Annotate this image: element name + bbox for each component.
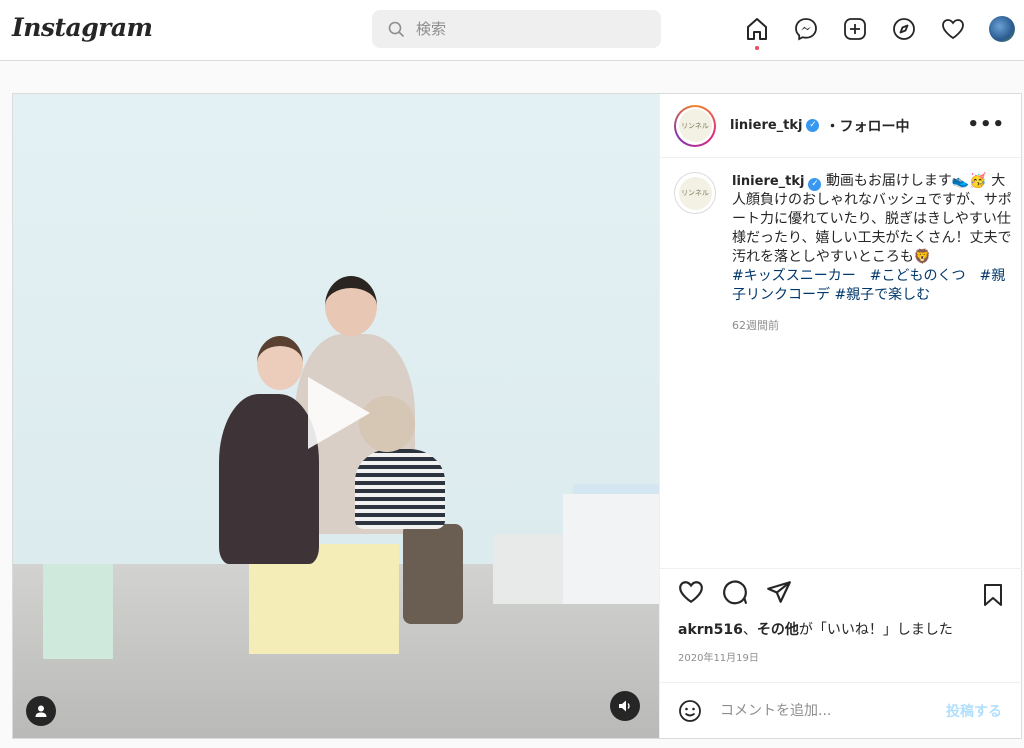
- messenger-icon[interactable]: [793, 16, 819, 42]
- liker-username[interactable]: akrn516: [678, 622, 743, 638]
- post-header: リンネル liniere_tkj ✓ ・フォロー中 •••: [660, 94, 1021, 158]
- video-block: [43, 564, 113, 659]
- action-row: [660, 569, 1022, 605]
- likes-summary: akrn516、その他が「いいね！」しました: [678, 619, 1022, 639]
- home-icon[interactable]: [744, 16, 770, 50]
- sound-toggle-button[interactable]: [610, 691, 640, 721]
- person-icon: [35, 705, 47, 717]
- search-icon: [388, 21, 404, 37]
- activity-heart-icon[interactable]: [940, 16, 966, 42]
- comment-box: 投稿する: [660, 682, 1022, 738]
- caption-username[interactable]: liniere_tkj: [732, 174, 804, 189]
- video-figure: [219, 394, 319, 564]
- video-block: [493, 534, 563, 604]
- play-icon[interactable]: [308, 377, 370, 449]
- follow-status[interactable]: ・フォロー中: [825, 116, 909, 136]
- comment-input[interactable]: [720, 702, 920, 719]
- post-sidebar: リンネル liniere_tkj ✓ ・フォロー中 ••• リンネル linie…: [659, 94, 1022, 738]
- instagram-logo[interactable]: Instagram: [12, 13, 153, 42]
- verified-badge-icon: ✓: [806, 119, 820, 132]
- like-heart-icon[interactable]: [678, 579, 704, 605]
- post-video[interactable]: [13, 94, 659, 738]
- search-input[interactable]: [416, 20, 636, 38]
- verified-badge-icon: ✓: [808, 178, 822, 191]
- time-ago: 62週間前: [732, 319, 779, 332]
- caption-text-block: liniere_tkj ✓ 動画もお届けします👟🥳 大人顔負けのおしゃれなバッシュ…: [732, 172, 1012, 305]
- story-ring[interactable]: リンネル: [674, 104, 716, 147]
- bookmark-icon[interactable]: [982, 583, 1004, 607]
- avatar: リンネル: [678, 176, 712, 210]
- header-username[interactable]: liniere_tkj: [730, 118, 802, 133]
- profile-avatar[interactable]: [989, 16, 1015, 42]
- video-figure: [325, 276, 377, 336]
- avatar: [989, 16, 1015, 42]
- post-comment-button[interactable]: 投稿する: [946, 701, 1002, 721]
- video-figure: [403, 524, 463, 624]
- post-date: 2020年11月19日: [678, 653, 759, 664]
- emoji-icon[interactable]: [678, 699, 702, 723]
- avatar: リンネル: [678, 109, 712, 142]
- caption: リンネル liniere_tkj ✓ 動画もお届けします👟🥳 大人顔負けのおしゃれ…: [674, 172, 1014, 305]
- video-block: [563, 494, 659, 604]
- search-box[interactable]: [372, 10, 661, 48]
- top-bar: Instagram: [0, 0, 1024, 61]
- post-card: リンネル liniere_tkj ✓ ・フォロー中 ••• リンネル linie…: [12, 93, 1022, 739]
- comments-area: リンネル liniere_tkj ✓ 動画もお届けします👟🥳 大人顔負けのおしゃれ…: [674, 172, 1014, 562]
- likes-suffix: が「いいね！」しました: [798, 622, 953, 638]
- comment-icon[interactable]: [722, 579, 748, 605]
- avatar-frame: リンネル: [676, 106, 714, 145]
- caption-avatar[interactable]: リンネル: [674, 172, 716, 214]
- likes-separator: 、: [742, 622, 757, 638]
- more-options-icon[interactable]: •••: [967, 114, 1005, 135]
- hashtags[interactable]: #キッズスニーカー #こどものくつ #親子リンクコーデ #親子で楽しむ: [732, 268, 1005, 303]
- speaker-icon: [619, 700, 630, 712]
- likes-others[interactable]: その他: [757, 622, 799, 638]
- share-icon[interactable]: [766, 579, 792, 605]
- new-post-icon[interactable]: [842, 16, 868, 42]
- explore-icon[interactable]: [891, 16, 917, 42]
- user-tag-button[interactable]: [26, 696, 56, 726]
- notification-dot: [755, 46, 759, 50]
- post-actions: akrn516、その他が「いいね！」しました 2020年11月19日: [660, 568, 1022, 678]
- nav-icons: [744, 16, 1015, 50]
- video-figure: [355, 449, 445, 529]
- video-figure: [257, 336, 303, 390]
